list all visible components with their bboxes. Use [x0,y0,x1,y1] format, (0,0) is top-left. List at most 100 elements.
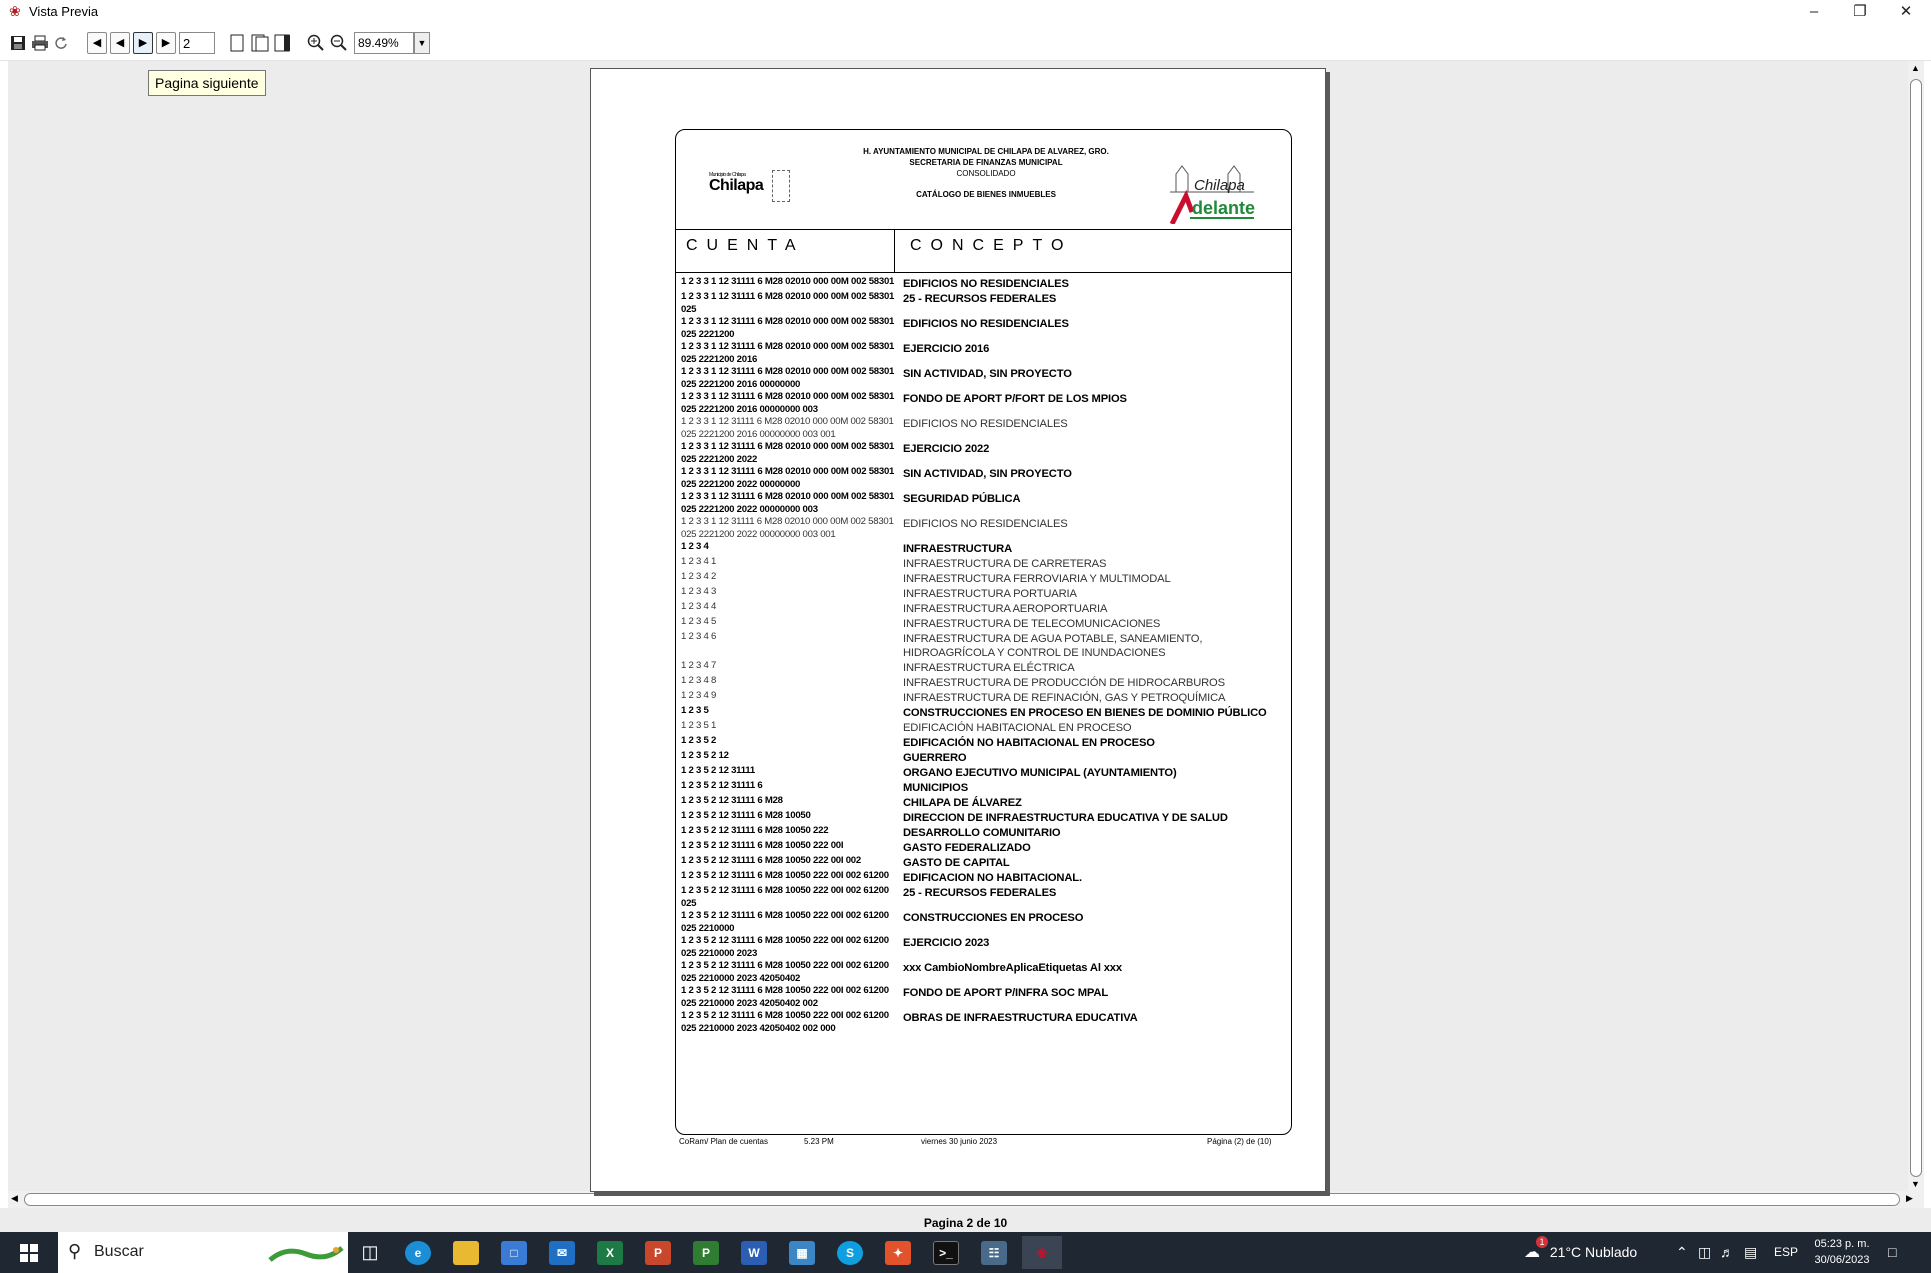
zoom-out-button[interactable] [330,32,348,54]
task-view-button[interactable]: ◫ [350,1236,390,1269]
account-code: 1 2 3 3 1 12 31111 6 M28 02010 000 00M 0… [681,291,895,315]
start-button[interactable] [0,1232,58,1273]
account-code: 1 2 3 5 2 12 31111 6 [681,780,763,791]
previous-page-button[interactable]: ◀ [110,32,130,54]
account-code: 1 2 3 3 1 12 31111 6 M28 02010 000 00M 0… [681,341,895,365]
account-code: 1 2 3 5 2 12 31111 6 M28 10050 222 00I 0… [681,960,889,984]
acrobat-app[interactable]: ✦ [878,1236,918,1269]
vertical-scroll-thumb[interactable] [1910,79,1922,1177]
refresh-button[interactable] [54,32,68,54]
account-concept: 25 - RECURSOS FEDERALES [903,887,1057,899]
account-code: 1 2 3 4 9 [681,690,717,701]
search-placeholder: Buscar [94,1243,144,1260]
close-button[interactable]: ✕ [1883,0,1929,25]
edge-app[interactable]: e [398,1236,438,1269]
table-row: 1 2 3 5 2 12 31111 6 MUNICIPIOS [681,780,1286,795]
save-button[interactable] [10,32,26,54]
logo-right-top-text: Chilapa [1194,177,1245,194]
scroll-right-icon[interactable]: ▶ [1906,1193,1913,1204]
scroll-down-icon[interactable]: ▼ [1911,1179,1920,1189]
account-code: 1 2 3 4 6 [681,631,717,642]
table-row: 1 2 3 5 2 12 31111 6 M28 10050 DIRECCION … [681,810,1286,825]
store-icon: □ [501,1240,527,1265]
preview-eye-icon: ❀ [1036,1245,1048,1260]
weather-widget[interactable]: ☁ 1 21°C Nublado [1524,1232,1637,1273]
powerpoint-icon: P [645,1240,671,1265]
account-concept: EDIFICIOS NO RESIDENCIALES [903,418,1068,430]
scroll-up-icon[interactable]: ▲ [1911,63,1920,73]
single-page-button[interactable] [229,32,245,54]
zoom-in-button[interactable] [307,32,325,54]
meet-now-button[interactable]: ◫ [1698,1232,1711,1273]
powerpoint-app[interactable]: P [638,1236,678,1269]
account-concept: GUERRERO [903,752,967,764]
zoom-in-icon [307,34,324,51]
next-page-icon: ▶ [138,37,148,49]
account-code: 1 2 3 3 1 12 31111 6 M28 02010 000 00M 0… [681,491,895,515]
excel-icon: X [597,1240,623,1265]
table-row: 1 2 3 4 INFRAESTRUCTURA [681,541,1286,556]
excel-app[interactable]: X [590,1236,630,1269]
single-page-icon [230,34,244,52]
control-panel-app[interactable]: ▦ [782,1236,822,1269]
last-page-button[interactable]: ▶ [156,32,176,54]
two-page-button[interactable] [251,32,269,54]
word-app[interactable]: W [734,1236,774,1269]
table-row: 1 2 3 4 1 INFRAESTRUCTURA DE CARRETERAS [681,556,1286,571]
account-code: 1 2 3 5 2 12 31111 6 M28 10050 222 00I 0… [681,1010,889,1034]
terminal-icon: >_ [933,1240,959,1265]
page-number-input[interactable]: 2 [179,32,215,54]
show-hidden-icons-button[interactable]: ⌃ [1676,1232,1688,1273]
file-explorer-app[interactable] [446,1236,486,1269]
department-name: SECRETARIA DE FINANZAS MUNICIPAL [909,158,1063,167]
network-app[interactable]: ☷ [974,1236,1014,1269]
account-concept: INFRAESTRUCTURA DE TELECOMUNICACIONES [903,618,1161,630]
network-status-button[interactable]: ▤ [1744,1232,1757,1273]
taskbar-search[interactable]: ⚲ Buscar [58,1232,348,1273]
vertical-scrollbar[interactable]: ▲ ▼ [1908,61,1924,1191]
language-indicator[interactable]: ESP [1774,1232,1798,1273]
horizontal-scroll-thumb[interactable] [24,1193,1900,1206]
account-code: 1 2 3 3 1 12 31111 6 M28 02010 000 00M 0… [681,366,895,390]
print-button[interactable] [31,32,49,54]
account-code: 1 2 3 4 2 [681,571,717,582]
zoom-select[interactable]: 89.49% [354,32,414,54]
restore-button[interactable]: ❐ [1837,0,1883,25]
account-code: 1 2 3 5 2 12 31111 6 M28 10050 222 [681,825,829,836]
scroll-left-icon[interactable]: ◀ [11,1193,18,1204]
preview-app-active[interactable]: ❀ [1022,1236,1062,1269]
window-title: Vista Previa [29,4,99,19]
next-page-button[interactable]: ▶ [133,32,153,54]
network-icon: ☷ [981,1240,1007,1265]
table-row: 1 2 3 3 1 12 31111 6 M28 02010 000 00M 0… [681,466,1286,491]
chevron-up-icon: ⌃ [1676,1244,1688,1260]
clock-date: 30/06/2023 [1814,1254,1870,1266]
horizontal-scrollbar[interactable]: ◀ ▶ [8,1191,1924,1208]
volume-button[interactable]: ♬ [1720,1232,1734,1273]
chilapa-logo: Municipio de Chilapa Chilapa [709,172,764,195]
chevron-down-icon: ▼ [417,38,427,48]
minimize-button[interactable]: – [1791,0,1837,25]
terminal-app[interactable]: >_ [926,1236,966,1269]
account-code: 1 2 3 5 2 12 31111 6 M28 10050 222 00I 0… [681,870,889,881]
account-concept: DIRECCION DE INFRAESTRUCTURA EDUCATIVA Y… [903,812,1228,824]
skype-app[interactable]: S [830,1236,870,1269]
zoom-out-icon [330,34,347,51]
status-bar: Pagina 2 de 10 [0,1208,1931,1232]
store-app[interactable]: □ [494,1236,534,1269]
first-page-button[interactable]: ◀ [87,32,107,54]
footer-page: Página (2) de (10) [1207,1137,1272,1146]
qr-code-icon [772,170,790,202]
account-code: 1 2 3 5 2 12 31111 6 M28 [681,795,783,806]
account-concept: INFRAESTRUCTURA DE REFINACIÓN, GAS Y PET… [903,692,1226,704]
notifications-button[interactable]: □ [1888,1232,1896,1273]
multi-page-button[interactable] [274,32,292,54]
account-concept: CHILAPA DE ÁLVAREZ [903,797,1022,809]
project-app[interactable]: P [686,1236,726,1269]
zoom-dropdown-button[interactable]: ▼ [414,32,430,54]
account-concept: EDIFICIOS NO RESIDENCIALES [903,318,1069,330]
table-row: 1 2 3 4 8 INFRAESTRUCTURA DE PRODUCCIÓN D… [681,675,1286,690]
mail-app[interactable]: ✉ [542,1236,582,1269]
clock[interactable]: 05:23 p. m. 30/06/2023 [1812,1232,1872,1273]
tooltip: Pagina siguiente [148,70,266,96]
